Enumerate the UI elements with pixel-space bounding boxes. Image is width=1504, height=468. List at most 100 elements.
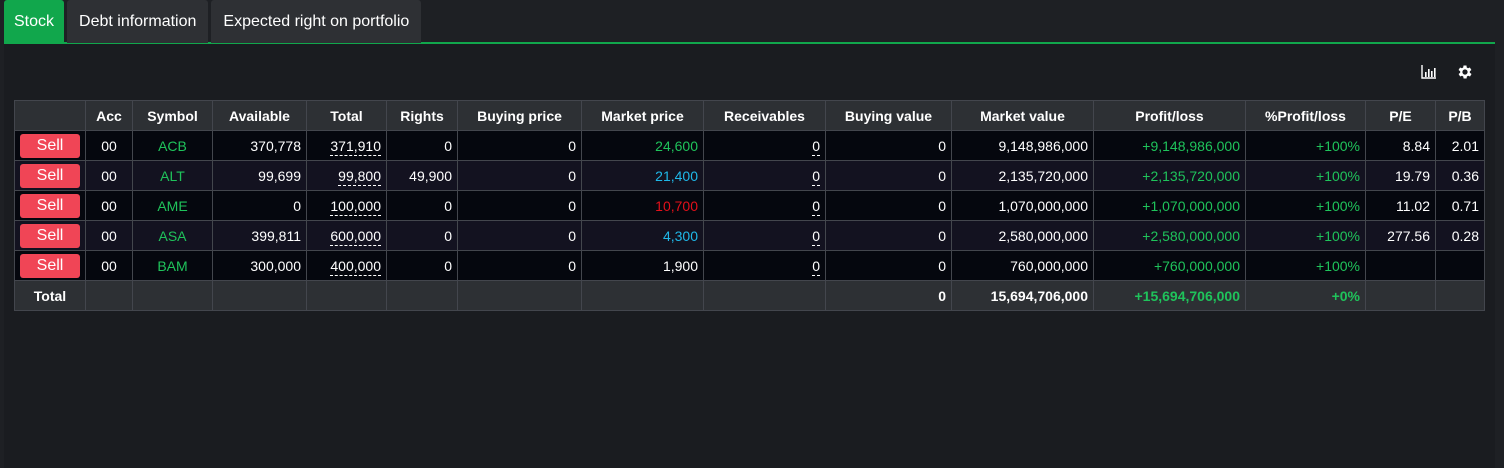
rights-cell: 0: [386, 250, 458, 281]
total-profit-loss: +15,694,706,000: [1093, 280, 1246, 311]
header-pe[interactable]: P/E: [1365, 100, 1436, 131]
tab-debt-information[interactable]: Debt information: [67, 0, 209, 43]
total-row: Total 0 15,694,706,000 +15,694,706,000 +…: [14, 280, 1485, 311]
profit-loss-cell: +1,070,000,000: [1093, 190, 1246, 221]
symbol-cell[interactable]: ALT: [132, 160, 213, 191]
pct-profit-loss-cell: +100%: [1245, 160, 1366, 191]
header-total[interactable]: Total: [306, 100, 387, 131]
buying-value-cell: 0: [825, 190, 952, 221]
header-buying-value[interactable]: Buying value: [825, 100, 952, 131]
total-cell: 100,000: [306, 190, 387, 221]
table-header-row: Acc Symbol Available Total Rights Buying…: [14, 100, 1485, 131]
header-market-value[interactable]: Market value: [951, 100, 1094, 131]
market-value-cell: 1,070,000,000: [951, 190, 1094, 221]
receivables-link[interactable]: 0: [812, 137, 820, 156]
acc-cell: 00: [85, 190, 133, 221]
buying-value-cell: 0: [825, 250, 952, 281]
bar-chart-icon[interactable]: [1419, 62, 1439, 82]
receivables-link[interactable]: 0: [812, 257, 820, 276]
header-buying-price[interactable]: Buying price: [457, 100, 582, 131]
total-cell: 99,800: [306, 160, 387, 191]
sell-button[interactable]: Sell: [20, 223, 80, 248]
buying-value-cell: 0: [825, 220, 952, 251]
rights-cell: 0: [386, 220, 458, 251]
buying-price-cell: 0: [457, 190, 582, 221]
total-label: Total: [14, 280, 86, 311]
acc-cell: 00: [85, 220, 133, 251]
table-row: Sell 00 AME 0 100,000 0 0 10,700 0 0 1,070,000,000…: [14, 190, 1485, 221]
header-symbol[interactable]: Symbol: [132, 100, 213, 131]
gear-icon[interactable]: [1455, 62, 1475, 82]
header-rights[interactable]: Rights: [386, 100, 458, 131]
sell-button[interactable]: Sell: [20, 163, 80, 188]
header-profit-loss[interactable]: Profit/loss: [1093, 100, 1246, 131]
available-cell: 399,811: [212, 220, 307, 251]
total-link[interactable]: 371,910: [330, 137, 381, 156]
header-action: [14, 100, 86, 131]
total-cell: 400,000: [306, 250, 387, 281]
header-receivables[interactable]: Receivables: [703, 100, 826, 131]
header-acc[interactable]: Acc: [85, 100, 133, 131]
header-pct-profit-loss[interactable]: %Profit/loss: [1245, 100, 1366, 131]
symbol-cell[interactable]: ASA: [132, 220, 213, 251]
rights-cell: 0: [386, 130, 458, 161]
market-price-cell: 10,700: [581, 190, 704, 221]
total-buying-value: 0: [825, 280, 952, 311]
pb-cell: 0.71: [1435, 190, 1485, 221]
sell-cell: Sell: [14, 250, 86, 281]
receivables-cell: 0: [703, 250, 826, 281]
tab-stock[interactable]: Stock: [4, 0, 65, 43]
header-market-price[interactable]: Market price: [581, 100, 704, 131]
buying-value-cell: 0: [825, 130, 952, 161]
profit-loss-cell: +2,580,000,000: [1093, 220, 1246, 251]
pb-cell: 2.01: [1435, 130, 1485, 161]
pct-profit-loss-cell: +100%: [1245, 220, 1366, 251]
receivables-cell: 0: [703, 160, 826, 191]
market-price-cell: 24,600: [581, 130, 704, 161]
market-value-cell: 2,135,720,000: [951, 160, 1094, 191]
pb-cell: 0.28: [1435, 220, 1485, 251]
sell-cell: Sell: [14, 190, 86, 221]
sell-button[interactable]: Sell: [20, 133, 80, 158]
header-pb[interactable]: P/B: [1435, 100, 1485, 131]
rights-cell: 0: [386, 190, 458, 221]
sell-button[interactable]: Sell: [20, 253, 80, 278]
sell-button[interactable]: Sell: [20, 193, 80, 218]
pe-cell: 277.56: [1365, 220, 1436, 251]
total-link[interactable]: 100,000: [330, 197, 381, 216]
symbol-cell[interactable]: BAM: [132, 250, 213, 281]
buying-price-cell: 0: [457, 250, 582, 281]
acc-cell: 00: [85, 160, 133, 191]
available-cell: 0: [212, 190, 307, 221]
symbol-cell[interactable]: AME: [132, 190, 213, 221]
acc-cell: 00: [85, 250, 133, 281]
market-price-cell: 4,300: [581, 220, 704, 251]
pb-cell: 0.36: [1435, 160, 1485, 191]
total-pct-profit-loss: +0%: [1245, 280, 1366, 311]
receivables-cell: 0: [703, 220, 826, 251]
market-price-cell: 1,900: [581, 250, 704, 281]
available-cell: 370,778: [212, 130, 307, 161]
sell-cell: Sell: [14, 220, 86, 251]
pct-profit-loss-cell: +100%: [1245, 250, 1366, 281]
receivables-link[interactable]: 0: [812, 227, 820, 246]
total-link[interactable]: 600,000: [330, 227, 381, 246]
profit-loss-cell: +9,148,986,000: [1093, 130, 1246, 161]
available-cell: 99,699: [212, 160, 307, 191]
symbol-cell[interactable]: ACB: [132, 130, 213, 161]
available-cell: 300,000: [212, 250, 307, 281]
buying-value-cell: 0: [825, 160, 952, 191]
total-link[interactable]: 99,800: [338, 167, 381, 186]
pct-profit-loss-cell: +100%: [1245, 130, 1366, 161]
receivables-link[interactable]: 0: [812, 197, 820, 216]
total-link[interactable]: 400,000: [330, 257, 381, 276]
market-value-cell: 760,000,000: [951, 250, 1094, 281]
total-cell: 371,910: [306, 130, 387, 161]
profit-loss-cell: +760,000,000: [1093, 250, 1246, 281]
receivables-link[interactable]: 0: [812, 167, 820, 186]
profit-loss-cell: +2,135,720,000: [1093, 160, 1246, 191]
receivables-cell: 0: [703, 190, 826, 221]
header-available[interactable]: Available: [212, 100, 307, 131]
pct-profit-loss-cell: +100%: [1245, 190, 1366, 221]
tab-expected-right[interactable]: Expected right on portfolio: [211, 0, 422, 43]
